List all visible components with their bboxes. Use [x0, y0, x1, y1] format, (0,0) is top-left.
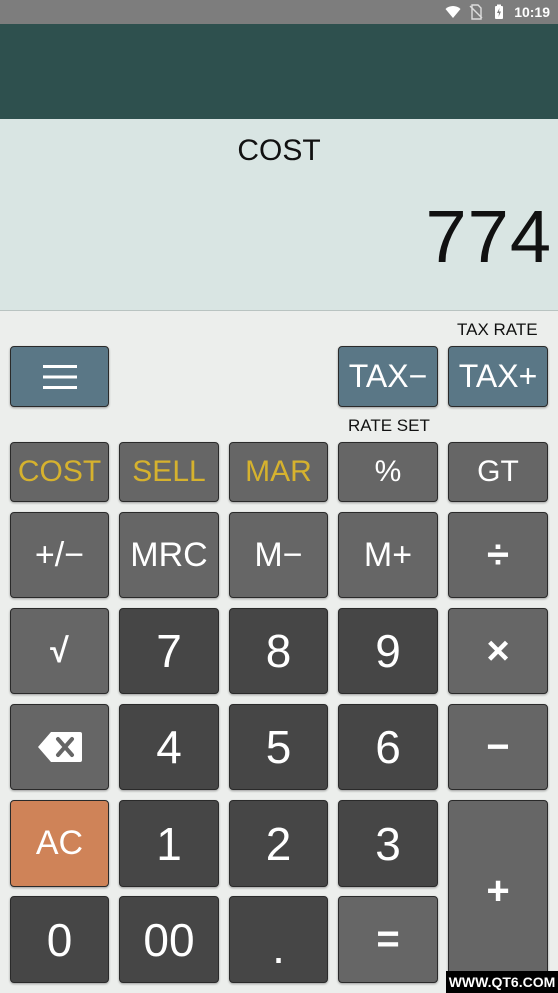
percent-button[interactable]: % — [338, 442, 438, 502]
menu-icon — [42, 364, 77, 389]
battery-icon — [495, 4, 504, 19]
add-button[interactable]: + — [448, 800, 548, 983]
decimal-point-button[interactable]: . — [229, 896, 328, 983]
memory-minus-button[interactable]: M− — [229, 512, 328, 598]
digit-9-button[interactable]: 9 — [338, 608, 438, 694]
display-mode-label: COST — [237, 134, 321, 167]
status-time: 10:19 — [514, 4, 550, 20]
all-clear-button[interactable]: AC — [10, 800, 109, 887]
square-root-button[interactable]: √ — [10, 608, 109, 694]
backspace-button[interactable] — [10, 704, 109, 790]
app-bar — [0, 24, 558, 119]
status-bar: 10:19 — [0, 0, 558, 24]
cost-button[interactable]: COST — [10, 442, 109, 502]
memory-recall-clear-button[interactable]: MRC — [119, 512, 219, 598]
digit-7-button[interactable]: 7 — [119, 608, 219, 694]
tax-minus-button[interactable]: TAX− — [338, 346, 438, 407]
watermark-text: WWW.QT6.COM — [446, 971, 558, 993]
menu-button[interactable] — [10, 346, 109, 407]
tax-rate-label: TAX RATE — [457, 320, 538, 339]
plus-minus-button[interactable]: +/− — [10, 512, 109, 598]
multiply-button[interactable]: × — [448, 608, 548, 694]
divide-button[interactable]: ÷ — [448, 512, 548, 598]
digit-5-button[interactable]: 5 — [229, 704, 328, 790]
memory-plus-button[interactable]: M+ — [338, 512, 438, 598]
digit-4-button[interactable]: 4 — [119, 704, 219, 790]
backspace-icon — [37, 732, 82, 762]
grand-total-button[interactable]: GT — [448, 442, 548, 502]
rate-set-label: RATE SET — [348, 416, 430, 435]
digit-6-button[interactable]: 6 — [338, 704, 438, 790]
digit-3-button[interactable]: 3 — [338, 800, 438, 887]
no-sim-icon — [469, 4, 483, 20]
status-icons: 10:19 — [445, 0, 550, 24]
equals-button[interactable]: = — [338, 896, 438, 983]
double-zero-button[interactable]: 00 — [119, 896, 219, 983]
wifi-icon — [445, 6, 461, 18]
digit-1-button[interactable]: 1 — [119, 800, 219, 887]
display-value: 774 — [425, 195, 552, 278]
margin-button[interactable]: MAR — [229, 442, 328, 502]
digit-2-button[interactable]: 2 — [229, 800, 328, 887]
sell-button[interactable]: SELL — [119, 442, 219, 502]
subtract-button[interactable]: − — [448, 704, 548, 790]
digit-8-button[interactable]: 8 — [229, 608, 328, 694]
tax-plus-button[interactable]: TAX+ — [448, 346, 548, 407]
digit-0-button[interactable]: 0 — [10, 896, 109, 983]
